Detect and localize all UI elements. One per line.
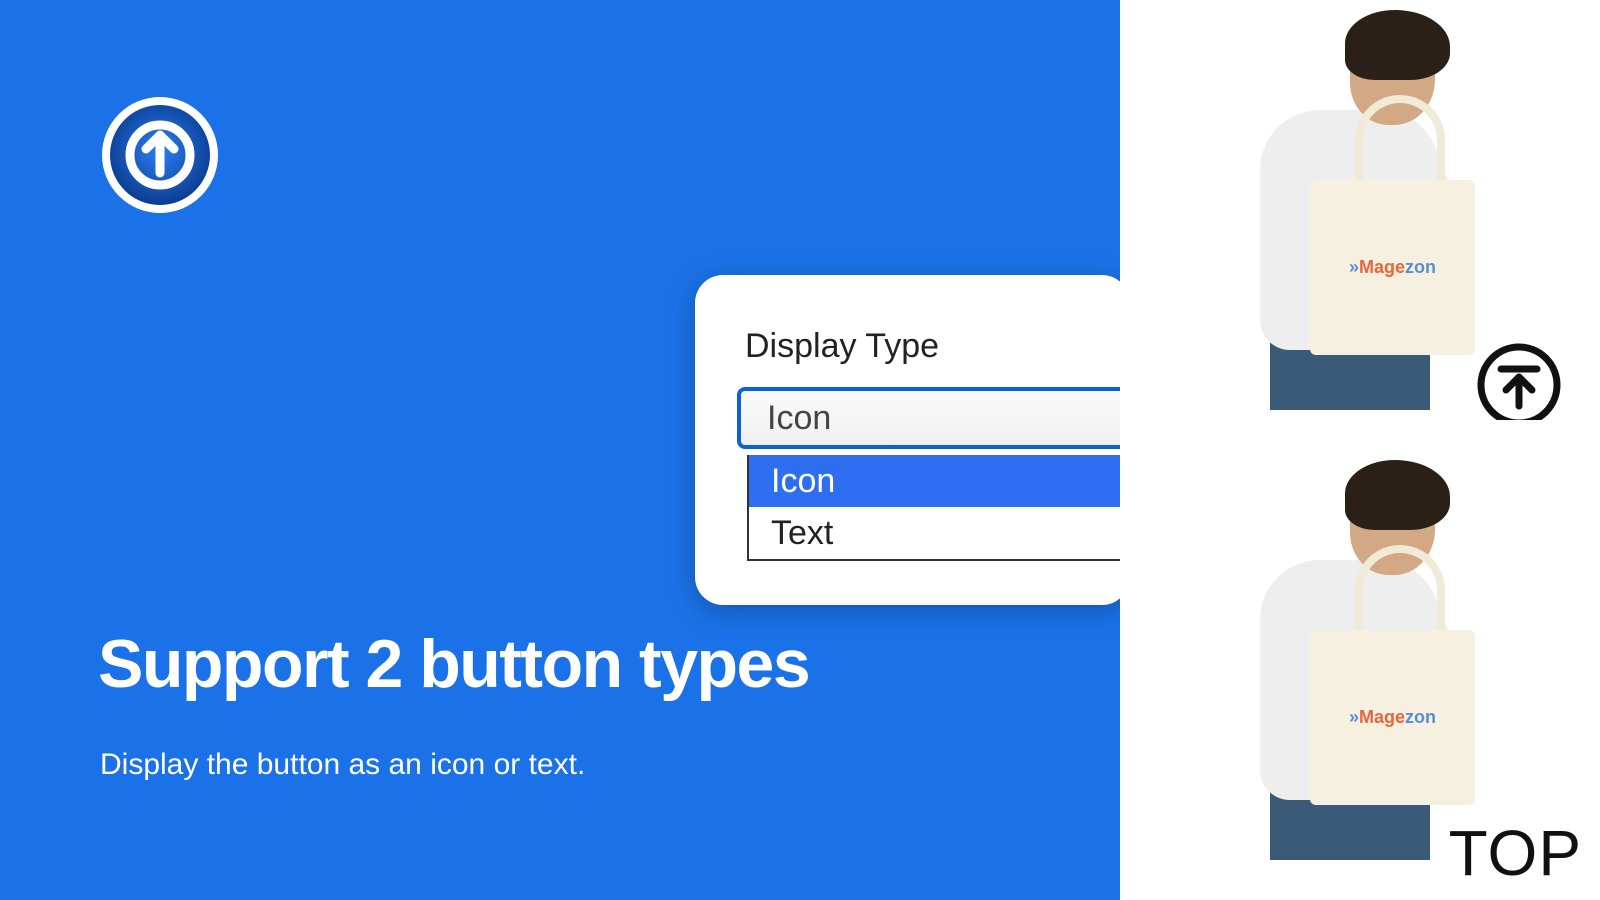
display-type-selected-value: Icon xyxy=(767,399,831,438)
scroll-to-top-text-button[interactable]: TOP xyxy=(1449,816,1582,890)
display-type-options: Icon Text xyxy=(747,455,1130,561)
tote-bag: »Magezon xyxy=(1310,630,1475,805)
display-type-select[interactable]: Icon xyxy=(737,387,1130,449)
display-type-option-icon[interactable]: Icon xyxy=(749,455,1130,507)
product-image: »Magezon xyxy=(1200,460,1520,860)
app-logo xyxy=(100,95,220,215)
display-type-label: Display Type xyxy=(745,327,939,366)
preview-tile-icon: »Magezon xyxy=(1120,0,1600,420)
scroll-to-top-icon-button[interactable] xyxy=(1476,342,1562,428)
preview-column: »Magezon »Magezon TOP xyxy=(1120,0,1600,900)
feature-panel: Support 2 button types Display the butto… xyxy=(0,0,1120,900)
bag-brand-logo: »Magezon xyxy=(1349,707,1436,728)
tote-bag: »Magezon xyxy=(1310,180,1475,355)
display-type-option-text[interactable]: Text xyxy=(749,507,1130,559)
display-type-card: Display Type Icon Icon Text xyxy=(695,275,1130,605)
bag-brand-logo: »Magezon xyxy=(1349,257,1436,278)
feature-headline: Support 2 button types xyxy=(98,625,809,703)
product-image: »Magezon xyxy=(1200,10,1520,410)
feature-subhead: Display the button as an icon or text. xyxy=(100,748,585,782)
